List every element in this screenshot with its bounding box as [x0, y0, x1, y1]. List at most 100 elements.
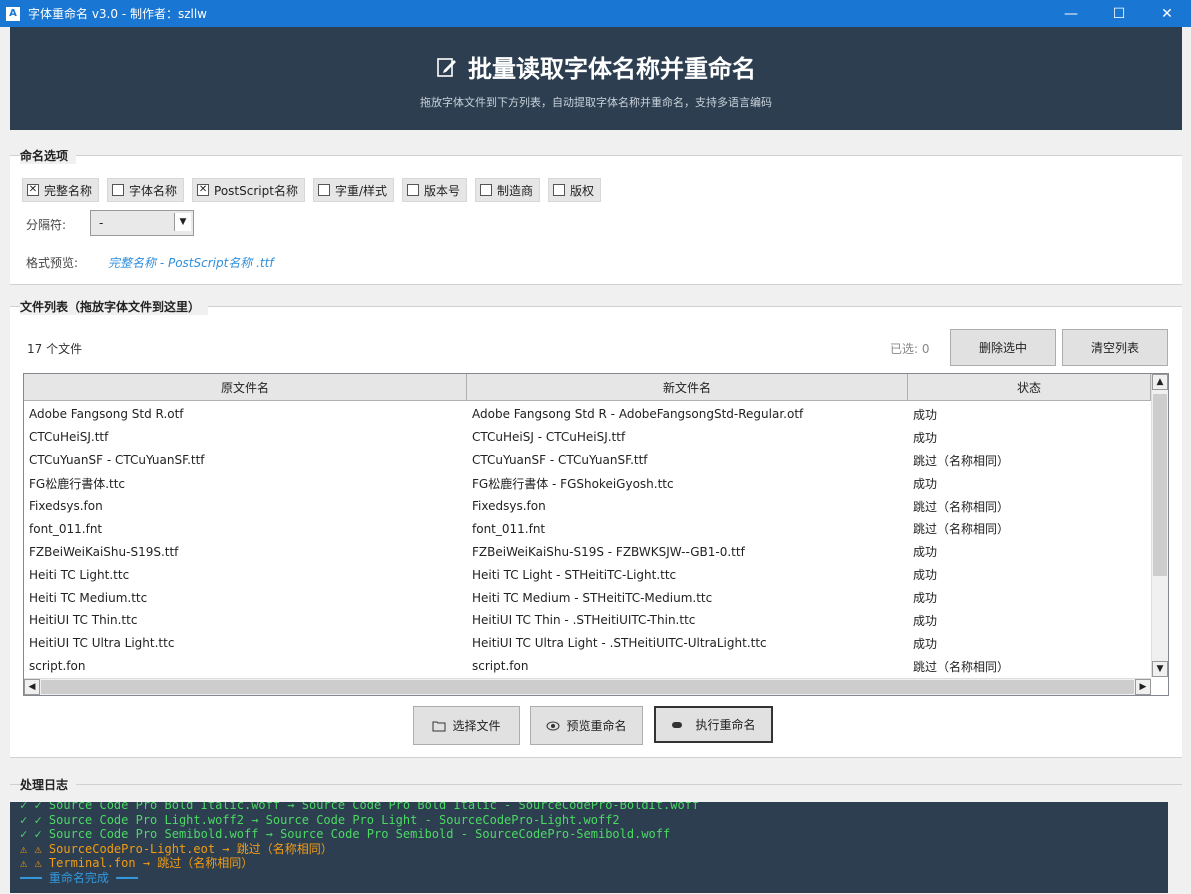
vertical-scroll-thumb[interactable]	[1153, 394, 1167, 576]
cell-status: 成功	[913, 613, 938, 628]
edit-icon	[437, 57, 456, 77]
vertical-scrollbar[interactable]: ▲ ▼	[1151, 374, 1168, 677]
cell-original-name: CTCuYuanSF - CTCuYuanSF.ttf	[29, 453, 205, 468]
checkbox-icon	[317, 184, 330, 196]
table-body: Adobe Fangsong Std R.otf Adobe Fangsong S…	[24, 403, 1151, 678]
cell-original-name: HeitiUI TC Ultra Light.ttc	[29, 636, 175, 651]
log-line: ━━━ 重命名完成 ━━━	[20, 870, 138, 885]
header-title-row: 批量读取字体名称并重命名	[10, 49, 1182, 84]
title-bar: A 字体重命名 v3.0 - 制作者：szllw — ☐ ✕	[0, 0, 1191, 27]
table-header: 原文件名 新文件名 状态	[24, 374, 1151, 402]
table-row[interactable]: CTCuHeiSJ.ttf CTCuHeiSJ - CTCuHeiSJ.ttf 成功	[24, 426, 1151, 449]
table-row[interactable]: FG松鹿行書体.ttc FG松鹿行書体 - FGShokeiGyosh.ttc 成功	[24, 472, 1151, 495]
delete-selected-button[interactable]: 删除选中	[950, 329, 1056, 366]
scroll-up-icon[interactable]: ▲	[1152, 374, 1168, 390]
separator-dropdown[interactable]: - ▼	[90, 210, 194, 236]
checkbox-icon	[553, 184, 566, 196]
cell-new-name: script.fon	[472, 659, 529, 674]
option-weight-style[interactable]: 字重/样式	[312, 178, 394, 202]
select-files-button[interactable]: 选择文件	[413, 706, 520, 745]
table-row[interactable]: font_011.fnt font_011.fnt 跳过（名称相同）	[24, 517, 1151, 540]
table-row[interactable]: Fixedsys.fon Fixedsys.fon 跳过（名称相同）	[24, 495, 1151, 518]
cell-new-name: Heiti TC Light - STHeitiTC-Light.ttc	[472, 567, 677, 582]
checkbox-checked-icon: ✕	[197, 184, 210, 196]
maximize-button[interactable]: ☐	[1095, 0, 1143, 27]
cell-new-name: HeitiUI TC Thin - .STHeitiUITC-Thin.ttc	[472, 613, 696, 628]
scroll-right-icon[interactable]: ▶	[1135, 679, 1151, 695]
option-version[interactable]: 版本号	[402, 178, 468, 202]
table-row[interactable]: CTCuYuanSF - CTCuYuanSF.ttf CTCuYuanSF - …	[24, 449, 1151, 472]
cell-original-name: HeitiUI TC Thin.ttc	[29, 613, 138, 628]
file-table[interactable]: 原文件名 新文件名 状态 Adobe Fangsong Std R.otf Ado…	[23, 373, 1169, 696]
folder-icon	[432, 721, 446, 731]
cell-status: 成功	[913, 591, 938, 606]
table-row[interactable]: Heiti TC Medium.ttc Heiti TC Medium - STH…	[24, 586, 1151, 609]
option-copyright[interactable]: 版权	[548, 178, 602, 202]
cell-status: 成功	[913, 430, 938, 445]
option-postscript-name[interactable]: ✕ PostScript名称	[192, 178, 305, 202]
close-button[interactable]: ✕	[1143, 0, 1191, 27]
column-header-original[interactable]: 原文件名	[24, 374, 467, 401]
table-row[interactable]: HeitiUI TC Thin.ttc HeitiUI TC Thin - .ST…	[24, 609, 1151, 632]
cell-new-name: Adobe Fangsong Std R - AdobeFangsongStd-…	[472, 407, 804, 422]
option-full-name[interactable]: ✕ 完整名称	[22, 178, 100, 202]
option-manufacturer[interactable]: 制造商	[475, 178, 541, 202]
cell-new-name: Fixedsys.fon	[472, 499, 546, 513]
cell-original-name: script.fon	[29, 659, 86, 674]
clear-list-button[interactable]: 清空列表	[1062, 329, 1168, 366]
cell-status: 成功	[913, 545, 938, 560]
log-panel[interactable]: ✓ ✓ Source Code Pro Bold Italic.woff → S…	[10, 802, 1168, 893]
pencil-icon	[672, 721, 683, 728]
minimize-button[interactable]: —	[1047, 0, 1095, 27]
table-row[interactable]: script.fon script.fon 跳过（名称相同）	[24, 655, 1151, 678]
header-subtitle: 拖放字体文件到下方列表，自动提取字体名称并重命名，支持多语言编码	[420, 96, 772, 109]
cell-status: 跳过（名称相同）	[913, 499, 1010, 514]
cell-status: 跳过（名称相同）	[913, 522, 1010, 537]
separator-value: -	[99, 216, 104, 230]
column-header-status[interactable]: 状态	[908, 374, 1151, 401]
cell-status: 成功	[913, 476, 938, 491]
cell-original-name: Fixedsys.fon	[29, 499, 103, 513]
option-font-name[interactable]: 字体名称	[107, 178, 185, 202]
format-preview-value: 完整名称 - PostScript名称 .ttf	[108, 256, 274, 270]
log-line: ✓ ✓ Source Code Pro Bold Italic.woff → S…	[20, 802, 700, 812]
cell-new-name: Heiti TC Medium - STHeitiTC-Medium.ttc	[472, 590, 713, 605]
table-row[interactable]: FZBeiWeiKaiShu-S19S.ttf FZBeiWeiKaiShu-S1…	[24, 540, 1151, 563]
cell-new-name: CTCuYuanSF - CTCuYuanSF.ttf	[472, 453, 648, 468]
preview-rename-button[interactable]: 预览重命名	[530, 706, 643, 745]
cell-new-name: font_011.fnt	[472, 521, 546, 536]
cell-new-name: CTCuHeiSJ - CTCuHeiSJ.ttf	[472, 430, 626, 445]
cell-status: 成功	[913, 407, 938, 422]
scroll-down-icon[interactable]: ▼	[1152, 661, 1168, 677]
chevron-down-icon: ▼	[174, 213, 191, 231]
separator-label: 分隔符:	[26, 218, 67, 232]
horizontal-scroll-thumb[interactable]	[41, 680, 1134, 694]
execute-rename-button[interactable]: 执行重命名	[654, 706, 773, 743]
horizontal-scrollbar[interactable]: ◀ ▶	[24, 678, 1151, 695]
cell-new-name: FG松鹿行書体 - FGShokeiGyosh.ttc	[472, 476, 674, 491]
cell-original-name: Adobe Fangsong Std R.otf	[29, 407, 184, 422]
scroll-left-icon[interactable]: ◀	[24, 679, 40, 695]
file-list-legend: 文件列表（拖放字体文件到这里）	[20, 298, 209, 315]
checkbox-icon	[112, 184, 125, 196]
eye-icon	[546, 721, 560, 730]
file-count: 17 个文件	[27, 342, 83, 356]
log-line: ✓ ✓ Source Code Pro Semibold.woff → Sour…	[20, 827, 671, 841]
column-header-new[interactable]: 新文件名	[467, 374, 908, 401]
cell-status: 跳过（名称相同）	[913, 453, 1010, 468]
table-row[interactable]: Adobe Fangsong Std R.otf Adobe Fangsong S…	[24, 403, 1151, 426]
cell-original-name: font_011.fnt	[29, 521, 103, 536]
format-preview-label: 格式预览:	[26, 256, 79, 270]
checkbox-checked-icon: ✕	[27, 184, 39, 196]
checkbox-icon	[480, 184, 493, 196]
log-line: ✓ ✓ Source Code Pro Light.woff2 → Source…	[20, 812, 620, 827]
header-banner: 批量读取字体名称并重命名 拖放字体文件到下方列表，自动提取字体名称并重命名，支持…	[10, 27, 1182, 130]
cell-status: 成功	[913, 636, 938, 651]
table-row[interactable]: Heiti TC Light.ttc Heiti TC Light - STHei…	[24, 563, 1151, 586]
log-legend: 处理日志	[20, 776, 77, 793]
checkbox-icon	[407, 184, 419, 196]
selected-count: 已选: 0	[890, 342, 930, 356]
cell-original-name: FZBeiWeiKaiShu-S19S.ttf	[29, 544, 179, 559]
naming-options-row: ✕ 完整名称 字体名称 ✕ PostScript名称 字重/样式 版本号 制造商 版…	[22, 178, 602, 202]
table-row[interactable]: HeitiUI TC Ultra Light.ttc HeitiUI TC Ult…	[24, 632, 1151, 655]
